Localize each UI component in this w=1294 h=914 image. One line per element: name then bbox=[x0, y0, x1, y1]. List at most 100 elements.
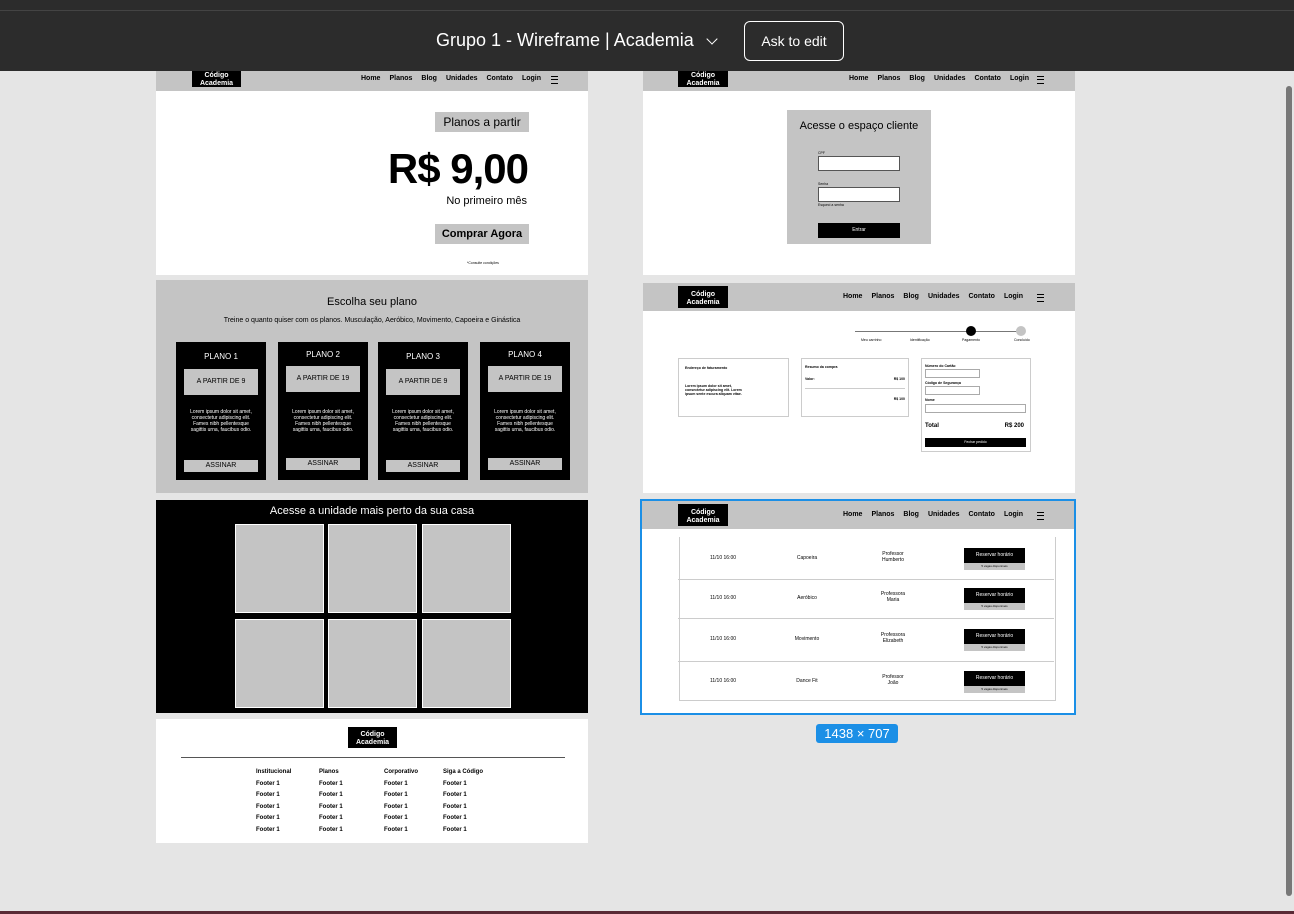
footer-logo[interactable]: Código Academia bbox=[348, 727, 397, 748]
card-number-input[interactable] bbox=[925, 369, 980, 378]
footer-link[interactable]: Footer 1 bbox=[384, 779, 418, 791]
frame-footer[interactable]: Código Academia Institucional Footer 1 F… bbox=[156, 719, 588, 843]
nav-link-login[interactable]: Login bbox=[1004, 511, 1023, 518]
plan-subscribe-button[interactable]: ASSINAR bbox=[286, 458, 360, 470]
frame-login[interactable]: Código Academia Home Planos Blog Unidade… bbox=[643, 71, 1075, 275]
finish-order-button[interactable]: Fechar pedido bbox=[925, 438, 1026, 447]
footer-link[interactable]: Footer 1 bbox=[384, 790, 418, 802]
unit-image[interactable] bbox=[328, 619, 417, 708]
reserve-button[interactable]: Reservar horário bbox=[964, 588, 1025, 603]
reserve-button[interactable]: Reservar horário bbox=[964, 629, 1025, 644]
footer-link[interactable]: Footer 1 bbox=[319, 813, 343, 825]
nav-link-home[interactable]: Home bbox=[361, 75, 380, 82]
footer-link[interactable]: Footer 1 bbox=[256, 779, 291, 791]
nav-link-login[interactable]: Login bbox=[1004, 293, 1023, 300]
nav-link-unidades[interactable]: Unidades bbox=[928, 511, 960, 518]
menu-icon[interactable] bbox=[1037, 294, 1044, 302]
footer-link[interactable]: Footer 1 bbox=[443, 790, 483, 802]
forgot-password-link[interactable]: Esqueci a senha bbox=[818, 203, 844, 207]
nav-link-contato[interactable]: Contato bbox=[968, 511, 994, 518]
footer-link[interactable]: Footer 1 bbox=[443, 779, 483, 791]
name-input[interactable] bbox=[925, 404, 1026, 413]
step-label: Pagamento bbox=[962, 338, 980, 342]
nav-link-blog[interactable]: Blog bbox=[421, 75, 437, 82]
unit-image[interactable] bbox=[422, 619, 511, 708]
unit-image[interactable] bbox=[328, 524, 417, 613]
spots-available: 5 vagas disponíveis bbox=[964, 563, 1025, 570]
nav-link-planos[interactable]: Planos bbox=[871, 293, 894, 300]
nav-link-contato[interactable]: Contato bbox=[486, 75, 512, 82]
nav-link-contato[interactable]: Contato bbox=[968, 293, 994, 300]
cpf-input[interactable] bbox=[818, 156, 900, 171]
plan-card-2[interactable]: PLANO 2 A PARTIR DE 19 Lorem ipsum dolor… bbox=[278, 342, 368, 480]
footer-link[interactable]: Footer 1 bbox=[319, 825, 343, 837]
plan-subscribe-button[interactable]: ASSINAR bbox=[488, 458, 562, 470]
footer-link[interactable]: Footer 1 bbox=[256, 802, 291, 814]
nav-link-login[interactable]: Login bbox=[522, 75, 541, 82]
frame-schedule-selected[interactable]: Código Academia Home Planos Blog Unidade… bbox=[640, 499, 1076, 715]
plan-name: PLANO 3 bbox=[406, 352, 440, 361]
password-input[interactable] bbox=[818, 187, 900, 202]
footer-link[interactable]: Footer 1 bbox=[319, 790, 343, 802]
menu-icon[interactable] bbox=[551, 76, 558, 84]
reserve-button[interactable]: Reservar horário bbox=[964, 548, 1025, 563]
nav-link-blog[interactable]: Blog bbox=[909, 75, 925, 82]
plan-card-4[interactable]: PLANO 4 A PARTIR DE 19 Lorem ipsum dolor… bbox=[480, 342, 570, 480]
plan-subscribe-button[interactable]: ASSINAR bbox=[386, 460, 460, 472]
footer-link[interactable]: Footer 1 bbox=[319, 779, 343, 791]
nav-link-planos[interactable]: Planos bbox=[871, 511, 894, 518]
frame-hero[interactable]: Código Academia Home Planos Blog Unidade… bbox=[156, 71, 588, 275]
plan-subscribe-button[interactable]: ASSINAR bbox=[184, 460, 258, 472]
nav-link-planos[interactable]: Planos bbox=[389, 75, 412, 82]
login-submit-button[interactable]: Entrar bbox=[818, 223, 900, 238]
design-canvas[interactable]: Código Academia Home Planos Blog Unidade… bbox=[0, 71, 1294, 914]
footer-link[interactable]: Footer 1 bbox=[256, 790, 291, 802]
nav-link-login[interactable]: Login bbox=[1010, 75, 1029, 82]
cpf-label: CPF bbox=[818, 151, 825, 155]
nav-link-home[interactable]: Home bbox=[843, 293, 862, 300]
frame-checkout[interactable]: Código Academia Home Planos Blog Unidade… bbox=[643, 283, 1075, 493]
footer-link[interactable]: Footer 1 bbox=[256, 825, 291, 837]
unit-image[interactable] bbox=[422, 524, 511, 613]
frame-units[interactable]: Acesse a unidade mais perto da sua casa bbox=[156, 500, 588, 713]
payment-panel: Número do Cartão Código de Segurança Nom… bbox=[921, 358, 1031, 452]
footer-column-title: Planos bbox=[319, 769, 339, 775]
security-code-input[interactable] bbox=[925, 386, 980, 395]
nav-link-unidades[interactable]: Unidades bbox=[928, 293, 960, 300]
ask-to-edit-button[interactable]: Ask to edit bbox=[744, 21, 844, 61]
footer-link[interactable]: Footer 1 bbox=[443, 802, 483, 814]
footer-link[interactable]: Footer 1 bbox=[443, 813, 483, 825]
footer-link[interactable]: Footer 1 bbox=[384, 802, 418, 814]
footer-link[interactable]: Footer 1 bbox=[443, 825, 483, 837]
plan-price: A PARTIR DE 19 bbox=[286, 366, 360, 392]
plan-card-1[interactable]: PLANO 1 A PARTIR DE 9 Lorem ipsum dolor … bbox=[176, 342, 266, 480]
file-title-menu[interactable]: Grupo 1 - Wireframe | Academia bbox=[436, 30, 718, 51]
frame-plans[interactable]: Escolha seu plano Treine o quanto quiser… bbox=[156, 280, 588, 493]
nav-link-blog[interactable]: Blog bbox=[903, 293, 919, 300]
menu-icon[interactable] bbox=[1037, 76, 1044, 84]
nav-link-planos[interactable]: Planos bbox=[877, 75, 900, 82]
footer-link[interactable]: Footer 1 bbox=[319, 802, 343, 814]
logo[interactable]: Código Academia bbox=[678, 286, 728, 308]
billing-title: Endereço de faturamento bbox=[685, 366, 728, 370]
unit-image[interactable] bbox=[235, 524, 324, 613]
footer-link[interactable]: Footer 1 bbox=[384, 825, 418, 837]
footer-link[interactable]: Footer 1 bbox=[384, 813, 418, 825]
plan-card-3[interactable]: PLANO 3 A PARTIR DE 9 Lorem ipsum dolor … bbox=[378, 342, 468, 480]
nav-link-unidades[interactable]: Unidades bbox=[446, 75, 478, 82]
unit-image[interactable] bbox=[235, 619, 324, 708]
logo[interactable]: Código Academia bbox=[678, 71, 728, 87]
reserve-button[interactable]: Reservar horário bbox=[964, 671, 1025, 686]
nav-link-home[interactable]: Home bbox=[843, 511, 862, 518]
nav-link-contato[interactable]: Contato bbox=[974, 75, 1000, 82]
menu-icon[interactable] bbox=[1037, 512, 1044, 520]
logo[interactable]: Código Academia bbox=[192, 71, 241, 87]
footer-link[interactable]: Footer 1 bbox=[256, 813, 291, 825]
nav-link-home[interactable]: Home bbox=[849, 75, 868, 82]
nav-link-blog[interactable]: Blog bbox=[903, 511, 919, 518]
canvas-scrollbar[interactable] bbox=[1286, 86, 1292, 896]
logo[interactable]: Código Academia bbox=[678, 504, 728, 526]
buy-now-button[interactable]: Comprar Agora bbox=[435, 224, 529, 244]
nav-link-unidades[interactable]: Unidades bbox=[934, 75, 966, 82]
teacher-name: João bbox=[887, 680, 899, 686]
